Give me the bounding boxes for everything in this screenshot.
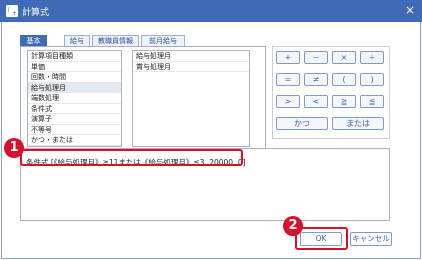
plus-button[interactable]: + (276, 51, 300, 64)
list-item[interactable]: 条件式 (28, 104, 121, 114)
highlight-expression (20, 149, 243, 166)
category-list[interactable]: 計算項目種類 単価 回数・時間 給与処理月 端数処理 条件式 演算子 不等号 か… (27, 50, 122, 147)
list-item[interactable]: 計算項目種類 (28, 51, 121, 62)
less-than-button[interactable]: < (304, 95, 328, 108)
list-item[interactable]: 給与処理月 (133, 51, 249, 62)
close-paren-button[interactable]: ) (360, 73, 384, 86)
list-item-selected[interactable]: 給与処理月 (28, 82, 121, 93)
highlight-ok (295, 227, 348, 250)
less-equal-button[interactable]: ≦ (360, 95, 384, 108)
annotation-badge-1: 1 (4, 138, 24, 158)
item-list[interactable]: 給与処理月 賞与処理月 (132, 50, 250, 147)
cancel-button[interactable]: キャンセル (350, 232, 392, 246)
divide-button[interactable]: ÷ (360, 51, 384, 64)
svg-text:+: + (12, 10, 17, 17)
open-paren-button[interactable]: ( (332, 73, 356, 86)
list-item[interactable]: 演算子 (28, 114, 121, 125)
not-equals-button[interactable]: ≠ (304, 73, 328, 86)
list-item[interactable]: かつ・または (28, 135, 121, 146)
and-button[interactable]: かつ (276, 117, 328, 130)
list-item[interactable]: 不等号 (28, 125, 121, 135)
title-bar: ∫ + 計算式 × (0, 0, 422, 22)
minus-button[interactable]: － (304, 51, 328, 64)
multiply-button[interactable]: × (332, 51, 356, 64)
window-title: 計算式 (22, 8, 50, 18)
calculator-icon: ∫ + (6, 5, 18, 17)
annotation-badge-2: 2 (283, 216, 303, 236)
greater-than-button[interactable]: > (276, 95, 300, 108)
list-item[interactable]: 端数処理 (28, 93, 121, 104)
list-item[interactable]: 単価 (28, 62, 121, 72)
equals-button[interactable]: = (276, 73, 300, 86)
svg-text:∫: ∫ (8, 7, 11, 13)
or-button[interactable]: または (332, 117, 384, 130)
greater-equal-button[interactable]: ≧ (332, 95, 356, 108)
close-icon[interactable]: × (405, 3, 415, 17)
list-item[interactable]: 回数・時間 (28, 72, 121, 83)
list-item[interactable]: 賞与処理月 (133, 62, 249, 72)
